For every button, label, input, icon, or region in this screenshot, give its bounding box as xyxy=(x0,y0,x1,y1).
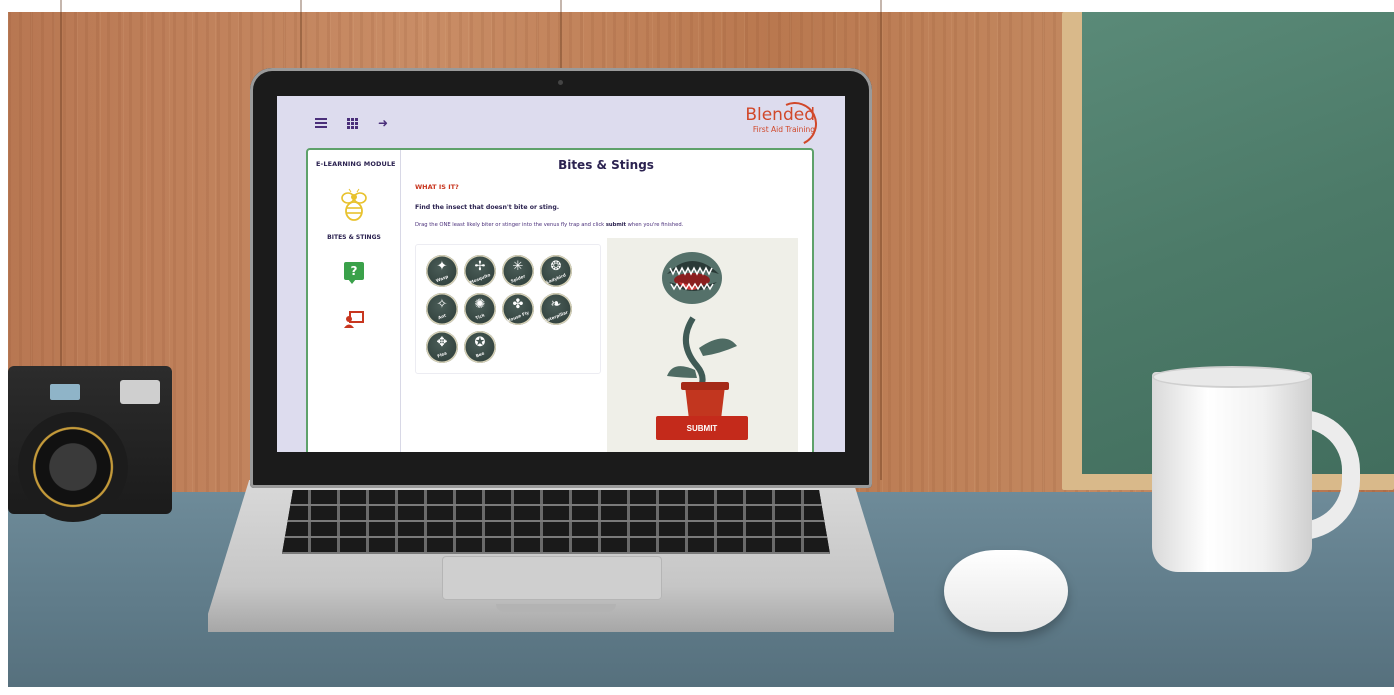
module-panel: E-LEARNING MODULE BITES & STINGS ? Bites… xyxy=(306,148,814,452)
insect-token[interactable]: ✳ Spider xyxy=(502,255,534,287)
insect-token[interactable]: ✢ Mosquito xyxy=(464,255,496,287)
brand-tagline: First Aid Training xyxy=(752,125,815,134)
module-sidebar: E-LEARNING MODULE BITES & STINGS ? xyxy=(308,150,401,452)
quiz-icon-tail xyxy=(348,279,356,284)
trackpad xyxy=(442,556,662,600)
grid-icon[interactable] xyxy=(347,118,358,129)
mug-rim xyxy=(1152,366,1312,388)
page-title: Bites & Stings xyxy=(558,158,654,172)
bee-icon[interactable] xyxy=(340,188,368,222)
insect-token[interactable]: ❧ Caterpillar xyxy=(540,293,572,325)
brand-name: Blended xyxy=(745,105,815,125)
wall-plank-line xyxy=(880,0,882,480)
top-bar: ➜ Blended First Aid Training xyxy=(277,96,845,153)
insect-token[interactable]: ✧ Ant xyxy=(426,293,458,325)
insect-token[interactable]: ✺ Tick xyxy=(464,293,496,325)
webcam xyxy=(558,80,563,85)
computer-mouse xyxy=(944,550,1068,632)
lesson-content: Bites & Stings WHAT IS IT? Find the inse… xyxy=(400,150,812,452)
camera-lens xyxy=(18,412,128,522)
insect-token[interactable]: ❂ Ladybird xyxy=(540,255,572,287)
insect-token[interactable]: ✦ Wasp xyxy=(426,255,458,287)
insect-token[interactable]: ✤ House Fly xyxy=(502,293,534,325)
section-heading: WHAT IS IT? xyxy=(415,183,459,191)
insect-tray: ✦ Wasp ✢ Mosquito ✳ Spider ❂ Ladybird ✧ Ant ✺… xyxy=(415,244,601,374)
menu-icon[interactable] xyxy=(315,118,327,128)
sidebar-item-bites-stings[interactable]: BITES & STINGS xyxy=(308,234,400,241)
exit-icon[interactable]: ➜ xyxy=(378,117,388,130)
laptop-screen: ➜ Blended First Aid Training E-LEARNING … xyxy=(277,96,845,452)
presentation-icon[interactable] xyxy=(344,310,364,328)
camera-flash xyxy=(120,380,160,404)
question-text: Find the insect that doesn't bite or sti… xyxy=(415,204,560,211)
sidebar-title: E-LEARNING MODULE xyxy=(316,160,396,168)
brand-logo[interactable]: Blended First Aid Training xyxy=(745,105,815,135)
submit-button[interactable]: SUBMIT xyxy=(656,416,748,440)
instruction-text: Drag the ONE least likely biter or sting… xyxy=(415,222,684,228)
keyboard-rows xyxy=(282,490,830,554)
quiz-icon[interactable]: ? xyxy=(344,262,364,280)
coffee-mug xyxy=(1152,372,1312,572)
laptop-notch xyxy=(496,604,616,612)
insect-token[interactable]: ✪ Bee xyxy=(464,331,496,363)
camera-viewfinder xyxy=(50,384,80,400)
insect-token[interactable]: ✥ Flea xyxy=(426,331,458,363)
